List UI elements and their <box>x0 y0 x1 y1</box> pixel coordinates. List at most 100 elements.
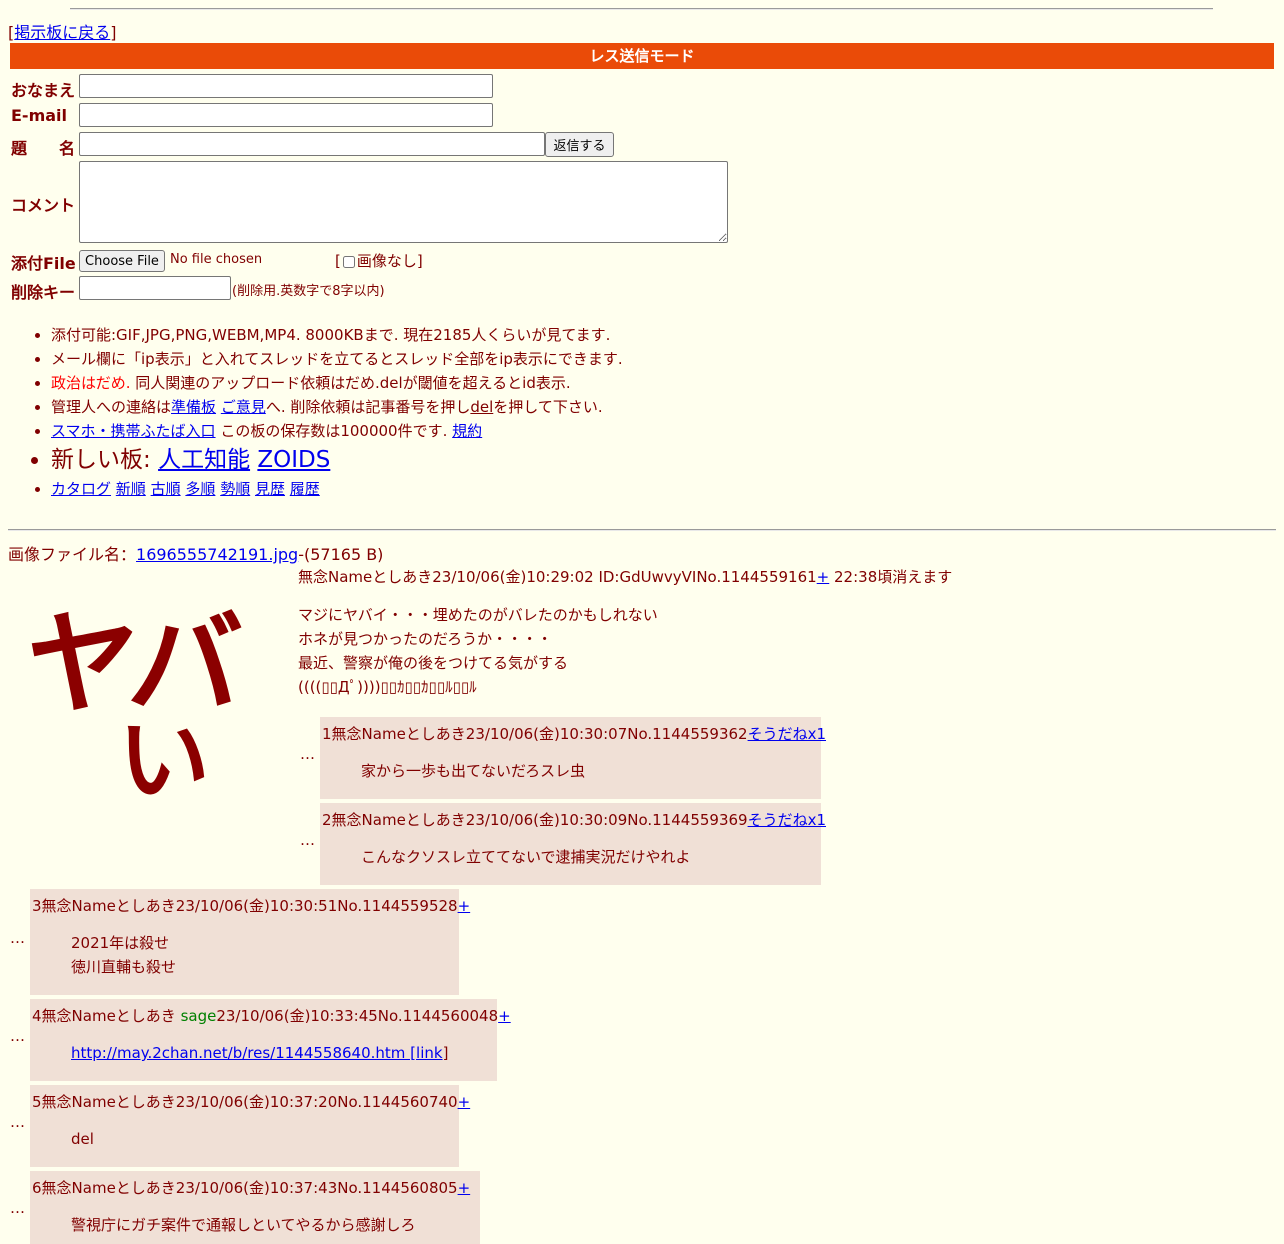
reply-body-line: 徳川直輔も殺せ <box>71 958 177 976</box>
reply-dots: … <box>10 1113 25 1131</box>
sort-old-link[interactable]: 古順 <box>151 480 181 498</box>
thread-body-line: ホネが見つかったのだろうか・・・・ <box>298 630 553 648</box>
image-text-i: い <box>118 707 211 814</box>
subject-input[interactable] <box>79 132 545 156</box>
reply-5: 5無念Nameとしあき23/10/06(金)10:37:20No.1144560… <box>30 1085 470 1167</box>
reply-4: 4無念Nameとしあき sage23/10/06(金)10:33:45No.11… <box>30 999 511 1081</box>
info-rules-text: 同人関連のアップロード依頼はだめ.delが閾値を超えるとid表示. <box>130 374 571 392</box>
reply-3: 3無念Nameとしあき23/10/06(金)10:30:51No.1144559… <box>30 889 470 995</box>
sort-many-link[interactable]: 多順 <box>185 480 215 498</box>
name-input[interactable] <box>79 74 493 98</box>
thread-divider <box>8 529 1276 531</box>
name-label: おなまえ <box>11 81 76 100</box>
info-storage-text: この板の保存数は100000件です. <box>215 422 448 440</box>
info-sort-links: カタログ 新順 古順 多順 勢順 見歴 履歴 <box>51 477 623 501</box>
file-size: -(57165 B) <box>298 545 384 564</box>
thread-image-file-link[interactable]: 1696555742191.jpg <box>136 545 298 564</box>
reply-header-text: 1無念Nameとしあき23/10/06(金)10:30:07No.1144559… <box>322 725 748 743</box>
new-board-zoids-link[interactable]: ZOIDS <box>257 447 330 473</box>
reply-plus-link[interactable]: + <box>458 1093 471 1111</box>
reply-header-text: 2無念Nameとしあき23/10/06(金)10:30:09No.1144559… <box>322 811 748 829</box>
back-bracket-close: ] <box>110 23 117 42</box>
catalog-link[interactable]: カタログ <box>51 480 111 498</box>
info-contact: 管理人への連絡は準備板 ご意見へ. 削除依頼は記事番号を押しdelを押して下さい… <box>51 395 623 419</box>
comment-textarea[interactable] <box>79 161 728 243</box>
info-contact-text2: へ. 削除依頼は記事番号を押し <box>265 398 471 416</box>
info-new-boards: 新しい板: 人工知能 ZOIDS <box>51 443 623 477</box>
sort-momentum-link[interactable]: 勢順 <box>220 480 250 498</box>
info-politics-warning: 政治はだめ. <box>51 374 131 392</box>
view-history-link[interactable]: 見歴 <box>255 480 285 498</box>
reply-dots: … <box>300 745 315 763</box>
terms-link[interactable]: 規約 <box>452 422 482 440</box>
new-board-ai-link[interactable]: 人工知能 <box>158 447 250 473</box>
no-image-label: 画像なし] <box>356 252 423 270</box>
reply-body: del <box>71 1130 94 1148</box>
reply-header-text: 23/10/06(金)10:33:45No.1144560048 <box>216 1007 499 1025</box>
del-text: del <box>470 398 494 416</box>
delete-key-note: (削除用.英数字で8字以内) <box>232 284 385 299</box>
reply-header-text: 3無念Nameとしあき23/10/06(金)10:30:51No.1144559… <box>32 897 458 915</box>
sodane-link[interactable]: そうだねx1 <box>748 811 826 829</box>
reply-header: 1無念Nameとしあき23/10/06(金)10:30:07No.1144559… <box>322 723 826 744</box>
file-name-label: 画像ファイル名： <box>8 545 137 564</box>
no-image-bracket: [ <box>335 252 341 270</box>
no-image-option: [ 画像なし] <box>335 250 423 271</box>
reply-plus-link[interactable]: + <box>458 897 471 915</box>
reply-header: 4無念Nameとしあき sage23/10/06(金)10:33:45No.11… <box>32 1005 511 1026</box>
mobile-entrance-link[interactable]: スマホ・携帯ふたば入口 <box>51 422 216 440</box>
file-status: No file chosen <box>170 252 263 267</box>
info-mobile: スマホ・携帯ふたば入口 この板の保存数は100000件です. 規約 <box>51 419 623 443</box>
thread-header: 無念Nameとしあき23/10/06(金)10:29:02 ID:GdUwvyV… <box>298 566 952 587</box>
thread-body-line: マジにヤバイ・・・埋めたのがバレたのかもしれない <box>298 606 658 624</box>
reply-header-text: 4無念Nameとしあき <box>32 1007 181 1025</box>
file-label: 添付File <box>11 254 76 273</box>
choose-file-button[interactable]: Choose File <box>79 250 165 272</box>
reply-mode-bar: レス送信モード <box>10 43 1274 69</box>
reply-dots: … <box>10 1027 25 1045</box>
thread-expire-text: 22:38頃消えます <box>829 568 953 586</box>
info-contact-text3: を押して下さい. <box>493 398 603 416</box>
reply-1: 1無念Nameとしあき23/10/06(金)10:30:07No.1144559… <box>320 717 826 799</box>
new-boards-label: 新しい板: <box>51 447 159 473</box>
reply-header-text: 5無念Nameとしあき23/10/06(金)10:37:20No.1144560… <box>32 1093 458 1111</box>
reply-body: http://may.2chan.net/b/res/1144558640.ht… <box>71 1041 448 1065</box>
reply-header-text: 6無念Nameとしあき23/10/06(金)10:37:43No.1144560… <box>32 1179 458 1197</box>
back-to-board-link[interactable]: 掲示板に戻る <box>14 23 110 42</box>
external-thread-link[interactable]: http://may.2chan.net/b/res/1144558640.ht… <box>71 1044 443 1062</box>
reply-header: 3無念Nameとしあき23/10/06(金)10:30:51No.1144559… <box>32 895 470 916</box>
reply-dots: … <box>10 1199 25 1217</box>
reply-body: 警視庁にガチ案件で通報しといてやるから感謝しろ <box>71 1216 416 1234</box>
reply-body: 2021年は殺せ 徳川直輔も殺せ <box>71 931 176 979</box>
submit-reply-button[interactable]: 返信する <box>545 132 614 157</box>
subject-label: 題 名 <box>11 139 76 158</box>
reply-header: 2無念Nameとしあき23/10/06(金)10:30:09No.1144559… <box>322 809 826 830</box>
reply-header: 6無念Nameとしあき23/10/06(金)10:37:43No.1144560… <box>32 1177 470 1198</box>
thread-image[interactable]: ヤバ い <box>20 586 280 814</box>
post-history-link[interactable]: 履歴 <box>290 480 320 498</box>
link-bracket-close: ] <box>442 1044 449 1062</box>
email-input[interactable] <box>79 103 493 127</box>
thread-body-line: ((((▯▯Дﾟ))))▯▯ｶ▯▯ｶ▯▯ﾙ▯▯ﾙ <box>298 678 477 696</box>
reply-dots: … <box>300 831 315 849</box>
reply-plus-link[interactable]: + <box>458 1179 471 1197</box>
thread-plus-link[interactable]: + <box>817 568 830 586</box>
delete-key-input[interactable] <box>79 276 231 300</box>
reply-plus-link[interactable]: + <box>498 1007 511 1025</box>
junbi-board-link[interactable]: 準備板 <box>171 398 216 416</box>
thread-body-line: 最近、警察が俺の後をつけてる気がする <box>298 654 569 672</box>
info-upload-limits: 添付可能:GIF,JPG,PNG,WEBM,MP4. 8000KBまで. 現在2… <box>51 323 623 347</box>
no-image-checkbox[interactable] <box>342 255 355 268</box>
reply-body: こんなクソスレ立ててないで逮捕実況だけやれよ <box>361 848 691 866</box>
info-rules: 政治はだめ. 同人関連のアップロード依頼はだめ.delが閾値を超えるとid表示. <box>51 371 623 395</box>
sort-new-link[interactable]: 新順 <box>116 480 146 498</box>
top-divider <box>70 8 1213 10</box>
sodane-link[interactable]: そうだねx1 <box>748 725 826 743</box>
thread-body: マジにヤバイ・・・埋めたのがバレたのかもしれない ホネが見つかったのだろうか・・… <box>298 603 658 699</box>
reply-dots: … <box>10 929 25 947</box>
info-ip-display: メール欄に「ip表示」と入れてスレッドを立てるとスレッド全部をip表示にできます… <box>51 347 623 371</box>
board-info-list: 添付可能:GIF,JPG,PNG,WEBM,MP4. 8000KBまで. 現在2… <box>11 323 623 501</box>
feedback-link[interactable]: ご意見 <box>221 398 266 416</box>
back-nav: [掲示板に戻る] <box>8 19 117 43</box>
reply-body-line: 2021年は殺せ <box>71 934 170 952</box>
